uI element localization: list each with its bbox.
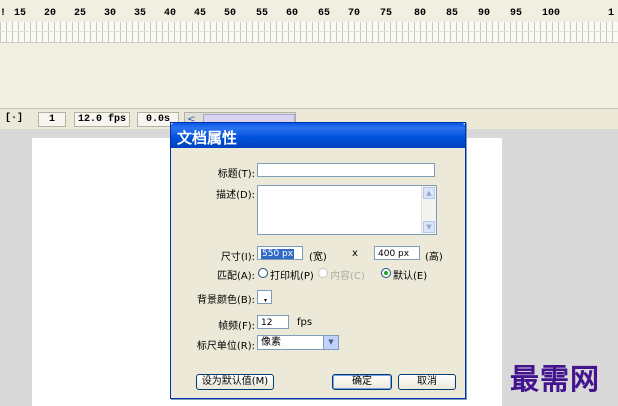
ruler-label: 95	[510, 8, 523, 19]
height-field[interactable]: 400 px	[374, 246, 420, 260]
match-printer-label[interactable]: 打印机(P)	[270, 267, 314, 282]
ruler-label: 15	[14, 8, 27, 19]
dialog-titlebar[interactable]: 文档属性	[171, 123, 465, 148]
ruler-label: 70	[348, 8, 361, 19]
document-properties-dialog: 文档属性 标题(T): 描述(D): ▲ ▼ 尺寸(I): 550 px (宽)…	[170, 122, 466, 399]
width-unit: (宽)	[309, 252, 327, 263]
title-field[interactable]	[257, 163, 435, 177]
scroll-down-icon[interactable]: ▼	[423, 221, 435, 233]
ruler-label: 40	[164, 8, 177, 19]
title-label: 标题(T):	[217, 169, 255, 180]
ruler-label: 30	[104, 8, 117, 19]
ruler-label: 85	[446, 8, 459, 19]
ruler-label: 25	[74, 8, 87, 19]
ruler-label: 65	[318, 8, 331, 19]
ruler-label: 50	[224, 8, 237, 19]
frame-rate-label: 帧频(F):	[218, 321, 255, 332]
ruler-label: 90	[478, 8, 491, 19]
scroll-up-icon[interactable]: ▲	[423, 187, 435, 199]
size-times: x	[352, 248, 358, 259]
description-scrollbar[interactable]: ▲ ▼	[421, 186, 436, 234]
ruler-label: 60	[286, 8, 299, 19]
size-label: 尺寸(I):	[220, 252, 255, 263]
background-color-label: 背景颜色(B):	[196, 295, 255, 306]
ruler-units-label: 标尺单位(R):	[196, 341, 255, 352]
ruler-units-select[interactable]: 像素 ▼	[257, 335, 339, 350]
current-frame: 1	[38, 112, 66, 127]
description-label: 描述(D):	[216, 190, 255, 201]
frame-grid[interactable]	[0, 22, 618, 43]
match-contents-radio	[318, 268, 328, 278]
frame-ruler: ! 15 20 25 30 35 40 45 50 55 60 65 70 75…	[0, 8, 618, 22]
ruler-label: 100	[542, 8, 561, 19]
frame-rate-field[interactable]: 12	[257, 315, 289, 329]
description-field[interactable]: ▲ ▼	[257, 185, 437, 235]
height-unit: (高)	[425, 252, 443, 263]
watermark-logo: 最需网	[510, 362, 601, 396]
match-default-radio[interactable]	[381, 268, 391, 278]
cancel-button[interactable]: 取消	[398, 374, 456, 390]
match-printer-radio[interactable]	[258, 268, 268, 278]
frame-rate-unit: fps	[297, 317, 313, 328]
ruler-label: 45	[194, 8, 207, 19]
width-value: 550 px	[261, 249, 295, 259]
timeline-panel: ! 15 20 25 30 35 40 45 50 55 60 65 70 75…	[0, 0, 618, 108]
width-field[interactable]: 550 px	[257, 246, 303, 260]
make-default-button[interactable]: 设为默认值(M)	[196, 374, 274, 390]
ruler-label: 55	[256, 8, 269, 19]
ruler-label: 35	[134, 8, 147, 19]
ok-button[interactable]: 确定	[332, 374, 392, 390]
ruler-label: 20	[44, 8, 57, 19]
match-contents-label: 内容(C)	[330, 271, 365, 282]
dialog-title: 文档属性	[177, 129, 238, 147]
ruler-label: 80	[414, 8, 427, 19]
match-label: 匹配(A):	[216, 271, 255, 282]
chevron-down-icon[interactable]: ▼	[323, 336, 338, 349]
ruler-tick: !	[0, 8, 7, 19]
ruler-units-value: 像素	[261, 337, 281, 348]
color-dropdown-icon[interactable]: ▾	[264, 298, 267, 304]
frame-rate: 12.0 fps	[74, 112, 130, 127]
match-default-label[interactable]: 默认(E)	[393, 267, 427, 282]
ruler-label: 75	[380, 8, 393, 19]
ruler-tick: 1	[608, 8, 615, 19]
center-frame-icon[interactable]: [·]	[5, 112, 23, 125]
